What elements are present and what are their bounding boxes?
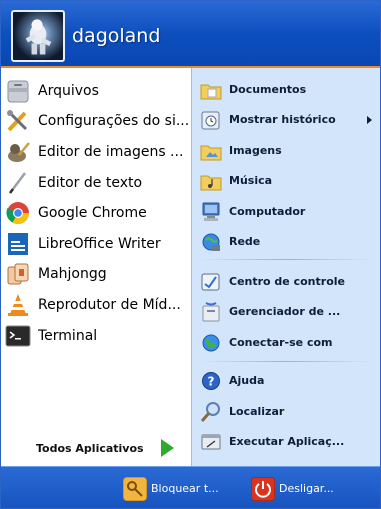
place-item-centro-controle[interactable]: Centro de controle (192, 269, 381, 295)
svg-text:?: ? (208, 375, 215, 389)
app-item-google-chrome[interactable]: Google Chrome (1, 198, 191, 228)
menu-header: dagoland (1, 1, 380, 68)
shutdown-label: Desligar... (279, 482, 334, 495)
place-item-executar[interactable]: Executar Aplicaç... (192, 429, 381, 455)
app-item-editor-texto[interactable]: Editor de texto (1, 168, 191, 198)
power-icon (251, 477, 275, 501)
app-item-arquivos[interactable]: Arquivos (1, 76, 191, 106)
app-label: Configurações do si... (38, 113, 188, 129)
pictures-folder-icon (200, 145, 222, 161)
place-item-imagens[interactable]: Imagens (192, 138, 381, 164)
app-label: Editor de texto (38, 175, 143, 191)
place-item-gerenciador[interactable]: Gerenciador de ... (192, 299, 381, 325)
search-icon (200, 402, 220, 422)
place-label: Ajuda (229, 374, 265, 387)
place-label: Localizar (229, 405, 285, 418)
file-manager-icon (7, 80, 29, 103)
terminal-icon (5, 325, 31, 347)
place-label: Rede (229, 235, 261, 248)
place-item-mostrar-historico[interactable]: Mostrar histórico (192, 107, 381, 133)
network-icon (202, 233, 220, 251)
start-menu: dagoland Arquivos Configurações do si... (0, 0, 381, 509)
settings-tools-icon (7, 110, 28, 132)
place-label: Centro de controle (229, 275, 345, 288)
connect-globe-icon (202, 334, 220, 352)
app-label: Reprodutor de Míd... (38, 297, 181, 313)
place-item-documentos[interactable]: Documentos (192, 77, 381, 103)
place-label: Computador (229, 205, 306, 218)
place-label: Imagens (229, 144, 282, 157)
place-item-musica[interactable]: Música (192, 168, 381, 194)
all-apps-arrow-icon[interactable] (161, 439, 174, 457)
music-folder-icon (200, 175, 222, 191)
app-label: Terminal (38, 328, 98, 344)
app-item-libreoffice-writer[interactable]: LibreOffice Writer (1, 229, 191, 259)
app-label: Mahjongg (38, 266, 107, 282)
app-item-reprodutor-midia[interactable]: Reprodutor de Míd... (1, 290, 191, 320)
place-item-conectar[interactable]: Conectar-se com (192, 330, 381, 356)
place-label: Conectar-se com (229, 336, 333, 349)
place-item-rede[interactable]: Rede (192, 229, 381, 255)
place-item-localizar[interactable]: Localizar (192, 399, 381, 425)
run-app-icon (201, 434, 221, 450)
place-label: Mostrar histórico (229, 113, 336, 126)
chrome-icon (6, 202, 29, 224)
app-item-terminal[interactable]: Terminal (1, 321, 191, 351)
menu-footer: Bloquear t... Desligar... (1, 466, 380, 508)
user-name: dagoland (72, 25, 161, 47)
documents-folder-icon (200, 84, 222, 100)
separator (200, 259, 372, 260)
app-item-mahjongg[interactable]: Mahjongg (1, 259, 191, 289)
user-avatar[interactable] (11, 10, 65, 62)
separator (200, 361, 372, 362)
place-label: Gerenciador de ... (229, 305, 341, 318)
places-panel: Documentos Mostrar histórico Imagens Mús… (191, 68, 380, 466)
image-editor-icon (8, 142, 30, 162)
vlc-cone-icon (8, 294, 28, 316)
app-label: Google Chrome (38, 205, 147, 221)
writer-icon (8, 233, 28, 255)
apps-panel: Arquivos Configurações do si... Editor d… (1, 68, 191, 466)
place-label: Documentos (229, 83, 307, 96)
history-icon (201, 111, 220, 130)
all-apps-label[interactable]: Todos Aplicativos (36, 442, 144, 455)
app-label: Arquivos (38, 83, 99, 99)
app-item-configuracoes[interactable]: Configurações do si... (1, 106, 191, 136)
control-center-icon (201, 273, 220, 291)
mahjongg-icon (7, 263, 29, 285)
text-editor-icon (9, 172, 26, 194)
place-label: Música (229, 174, 273, 187)
lock-key-icon (123, 477, 147, 501)
lock-screen-label: Bloquear t... (151, 482, 219, 495)
help-icon: ? (202, 372, 220, 390)
app-label: Editor de imagens ... (38, 144, 184, 160)
place-item-ajuda[interactable]: ? Ajuda (192, 368, 381, 394)
computer-icon (202, 202, 220, 221)
app-label: LibreOffice Writer (38, 236, 161, 252)
app-item-editor-imagens[interactable]: Editor de imagens ... (1, 137, 191, 167)
submenu-arrow-icon (367, 116, 372, 124)
manager-icon (202, 302, 220, 322)
place-item-computador[interactable]: Computador (192, 199, 381, 225)
place-label: Executar Aplicaç... (229, 435, 345, 448)
